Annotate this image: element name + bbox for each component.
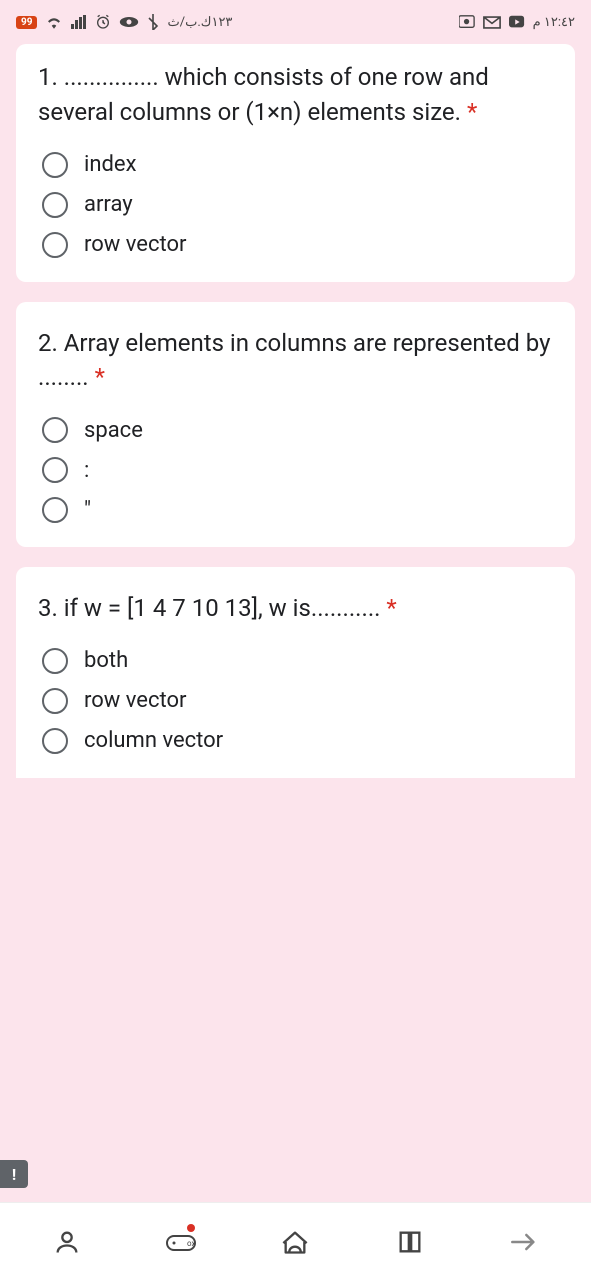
clock-time: ١٢:٤٢ م [533, 15, 575, 30]
signal-icon [71, 15, 87, 29]
question-card-1: 1. ............... which consists of one… [16, 44, 575, 282]
required-mark: * [386, 594, 396, 622]
option-label: " [84, 498, 91, 523]
nav-profile[interactable] [35, 1218, 99, 1266]
radio-icon [42, 417, 68, 443]
option-label: row vector [84, 232, 186, 257]
option-row-vector[interactable]: row vector [42, 688, 553, 714]
form-content: 1. ............... which consists of one… [0, 44, 591, 778]
option-label: : [84, 458, 89, 483]
option-colon[interactable]: : [42, 457, 553, 483]
radio-icon [42, 152, 68, 178]
question-text: 1. ............... which consists of one… [38, 60, 553, 130]
option-label: row vector [84, 688, 186, 713]
question-card-3: 3. if w = [1 4 7 10 13], w is...........… [16, 567, 575, 778]
nav-library[interactable] [378, 1218, 442, 1266]
exclamation-icon: ! [12, 1165, 16, 1184]
option-array[interactable]: array [42, 192, 553, 218]
option-label: index [84, 152, 137, 177]
radio-icon [42, 457, 68, 483]
status-bar: 99 ١٢٣ك.ب/ث ١٢:٤٢ م [0, 0, 591, 44]
option-column-vector[interactable]: column vector [42, 728, 553, 754]
status-left: 99 ١٢٣ك.ب/ث [16, 14, 232, 30]
options-group: space : " [38, 417, 553, 523]
bottom-nav: ox [0, 1202, 591, 1280]
question-text: 2. Array elements in columns are represe… [38, 326, 553, 396]
bluetooth-icon [147, 14, 159, 30]
battery-badge: 99 [16, 16, 37, 29]
options-group: index array row vector [38, 152, 553, 258]
gmail-icon [483, 16, 501, 29]
option-index[interactable]: index [42, 152, 553, 178]
report-tab[interactable]: ! [0, 1160, 28, 1188]
screen-record-icon [459, 15, 475, 29]
youtube-icon [509, 15, 525, 29]
nav-game[interactable]: ox [149, 1218, 213, 1266]
option-row-vector[interactable]: row vector [42, 232, 553, 258]
radio-icon [42, 648, 68, 674]
radio-icon [42, 497, 68, 523]
question-text: 3. if w = [1 4 7 10 13], w is...........… [38, 591, 553, 626]
notification-dot [187, 1224, 195, 1232]
question-card-2: 2. Array elements in columns are represe… [16, 302, 575, 548]
person-icon [53, 1228, 81, 1256]
required-mark: * [95, 363, 105, 391]
network-speed: ١٢٣ك.ب/ث [167, 15, 232, 30]
option-label: both [84, 648, 128, 673]
wifi-icon [45, 15, 63, 29]
radio-icon [42, 688, 68, 714]
option-space[interactable]: space [42, 417, 553, 443]
option-label: array [84, 192, 133, 217]
arrow-right-icon [510, 1232, 538, 1252]
option-both[interactable]: both [42, 648, 553, 674]
nav-home[interactable] [263, 1218, 327, 1266]
home-icon [281, 1228, 309, 1256]
svg-text:ox: ox [187, 1239, 195, 1248]
option-label: space [84, 418, 143, 443]
status-right: ١٢:٤٢ م [459, 15, 575, 30]
options-group: both row vector column vector [38, 648, 553, 754]
radio-icon [42, 728, 68, 754]
nav-forward[interactable] [492, 1218, 556, 1266]
game-controller-icon: ox [165, 1230, 197, 1254]
option-label: column vector [84, 728, 223, 753]
required-mark: * [467, 98, 477, 126]
eye-icon [119, 16, 139, 28]
radio-icon [42, 192, 68, 218]
radio-icon [42, 232, 68, 258]
option-quote[interactable]: " [42, 497, 553, 523]
alarm-icon [95, 14, 111, 30]
book-icon [396, 1228, 424, 1256]
